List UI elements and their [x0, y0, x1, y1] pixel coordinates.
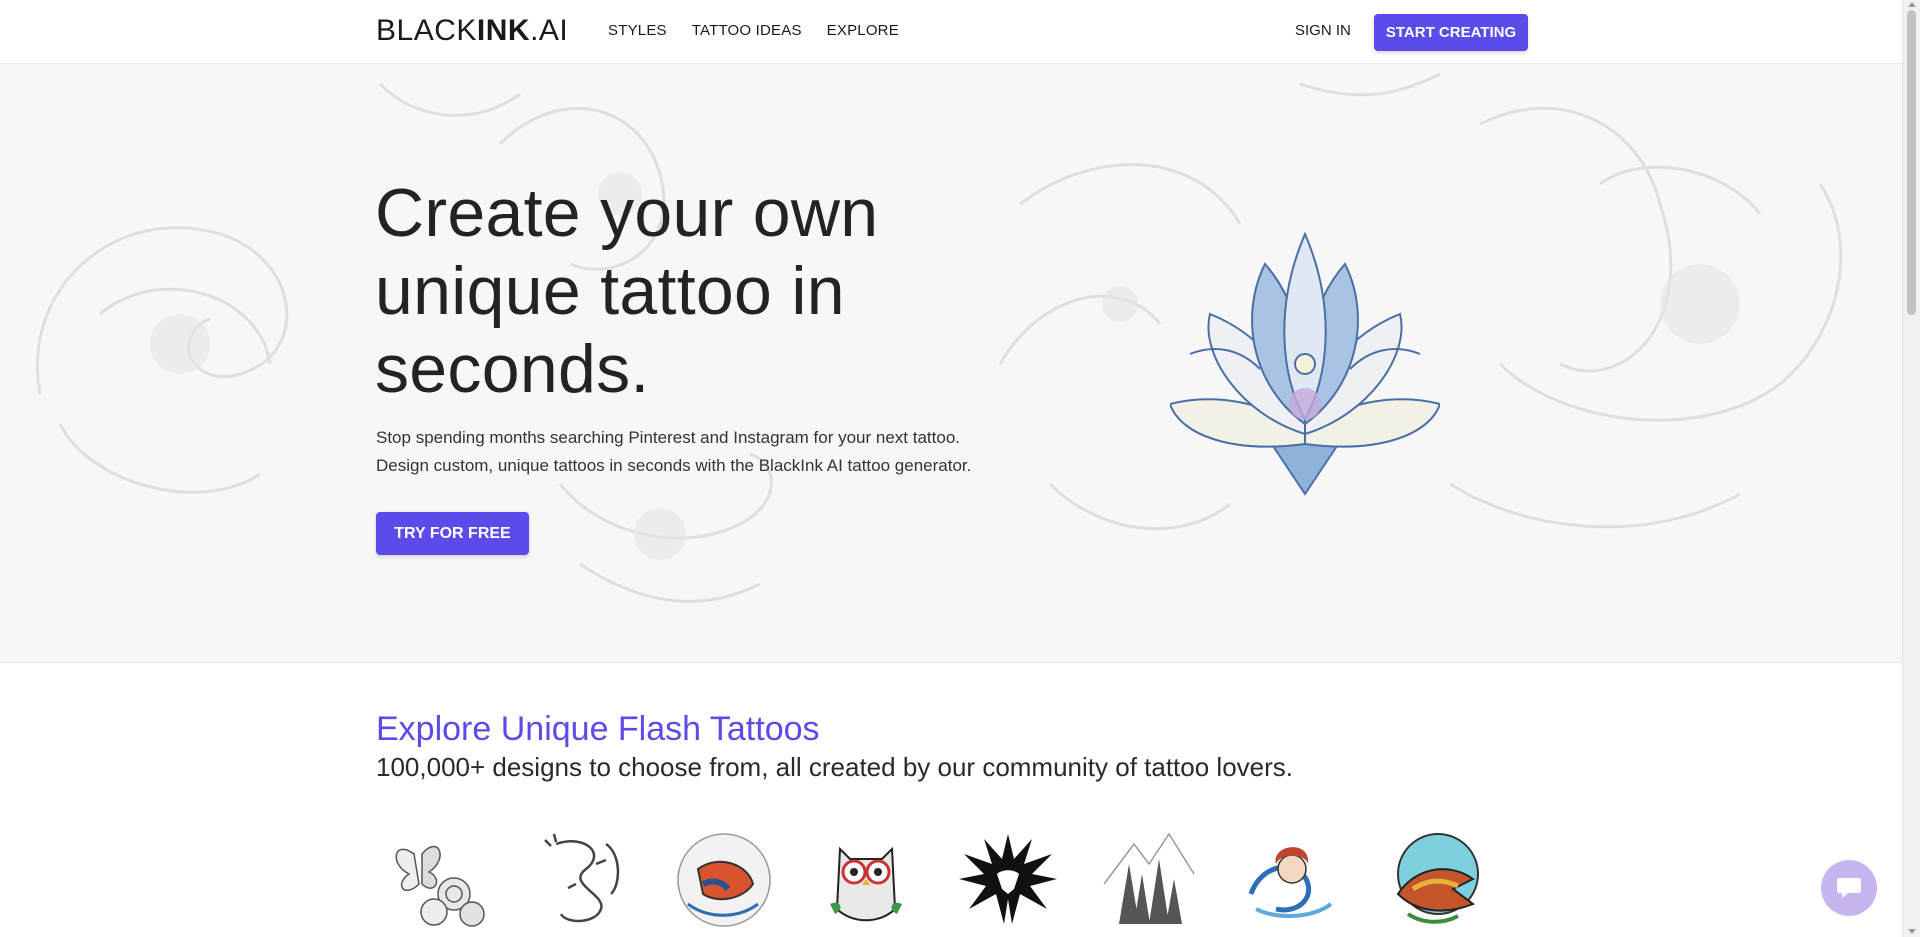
nav-links: STYLES TATTOO IDEAS EXPLORE	[608, 22, 899, 39]
tribal-eagle-tattoo-icon	[959, 834, 1057, 924]
top-navigation: BLACKINK.AI STYLES TATTOO IDEAS EXPLORE …	[0, 0, 1902, 64]
nav-link-tattoo-ideas[interactable]: TATTOO IDEAS	[692, 22, 802, 39]
sign-in-link[interactable]: SIGN IN	[1295, 22, 1351, 39]
swallow-bird-tattoo-icon	[1396, 833, 1479, 924]
flash-tattoo-item[interactable]	[1370, 816, 1498, 937]
scroll-down-arrow-icon[interactable]	[1908, 929, 1916, 934]
forest-mountain-tattoo-icon	[1103, 832, 1195, 924]
mermaid-wave-tattoo-icon	[1248, 847, 1333, 918]
explore-section-title: Explore Unique Flash Tattoos	[376, 710, 820, 748]
flash-tattoo-gallery	[376, 816, 1498, 937]
explore-section-subtitle: 100,000+ designs to choose from, all cre…	[376, 752, 1293, 782]
logo-text-ai: .AI	[530, 14, 569, 47]
koi-fish-tattoo-icon	[677, 833, 771, 927]
scroll-up-arrow-icon[interactable]	[1908, 2, 1916, 7]
dragon-tattoo-icon	[544, 833, 620, 923]
start-creating-button[interactable]: START CREATING	[1374, 14, 1528, 51]
logo-text-black: BLACK	[376, 14, 477, 47]
logo-text-ink: INK	[476, 14, 531, 47]
chat-bubble-icon	[1837, 878, 1861, 898]
flash-tattoo-item[interactable]	[660, 816, 788, 937]
chat-widget-button[interactable]	[1821, 860, 1877, 916]
flash-tattoo-item[interactable]	[376, 816, 504, 937]
hero-title: Create your own unique tattoo in seconds…	[375, 175, 879, 407]
butterfly-roses-tattoo-icon	[395, 845, 485, 927]
flash-tattoo-item[interactable]	[944, 816, 1072, 937]
scrollbar-thumb[interactable]	[1907, 10, 1916, 315]
lotus-tattoo-illustration	[1170, 231, 1440, 496]
flash-tattoo-item[interactable]	[518, 816, 646, 937]
owl-tattoo-icon	[830, 846, 902, 922]
hero-subtitle-line-2: Design custom, unique tattoos in seconds…	[376, 456, 972, 475]
flash-tattoo-item[interactable]	[1228, 816, 1356, 937]
nav-link-styles[interactable]: STYLES	[608, 22, 667, 39]
hero-subtitle-line-1: Stop spending months searching Pinterest…	[376, 428, 961, 447]
brand-logo[interactable]: BLACKINK.AI	[376, 14, 568, 48]
flash-tattoo-item[interactable]	[1086, 816, 1214, 937]
flash-tattoo-item[interactable]	[802, 816, 930, 937]
nav-link-explore[interactable]: EXPLORE	[827, 22, 899, 39]
page-scrollbar[interactable]	[1902, 0, 1920, 937]
try-for-free-button[interactable]: TRY FOR FREE	[376, 512, 529, 555]
hero-section: Create your own unique tattoo in seconds…	[0, 64, 1902, 663]
hero-subtitle: Stop spending months searching Pinterest…	[376, 424, 1036, 480]
